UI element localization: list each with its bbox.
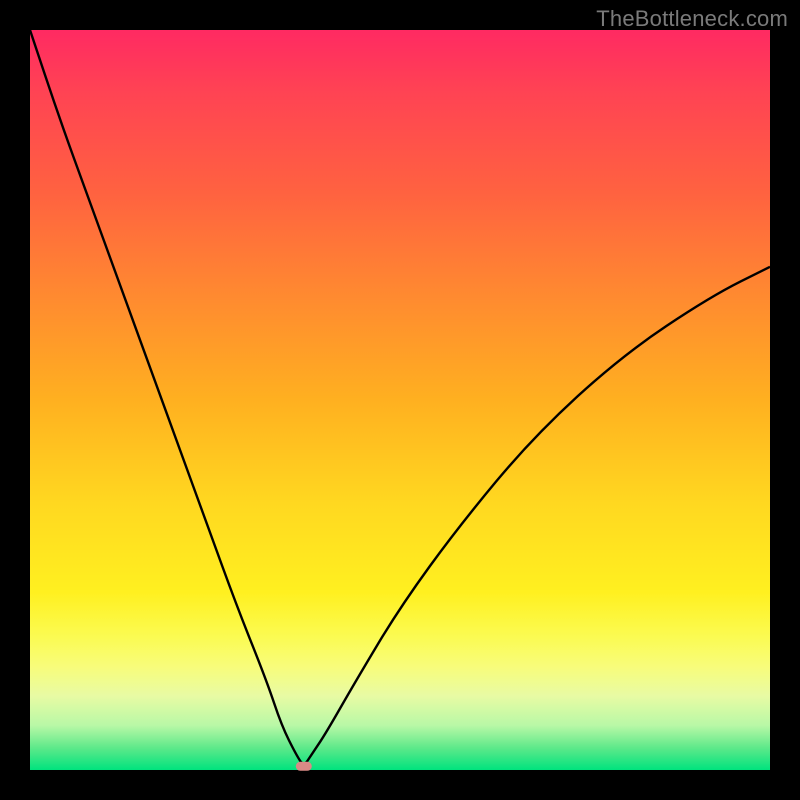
- watermark-text: TheBottleneck.com: [596, 6, 788, 32]
- curve-svg: [30, 30, 770, 770]
- plot-area: [30, 30, 770, 770]
- minimum-marker: [296, 762, 312, 771]
- chart-frame: TheBottleneck.com: [0, 0, 800, 800]
- bottleneck-curve: [30, 30, 770, 764]
